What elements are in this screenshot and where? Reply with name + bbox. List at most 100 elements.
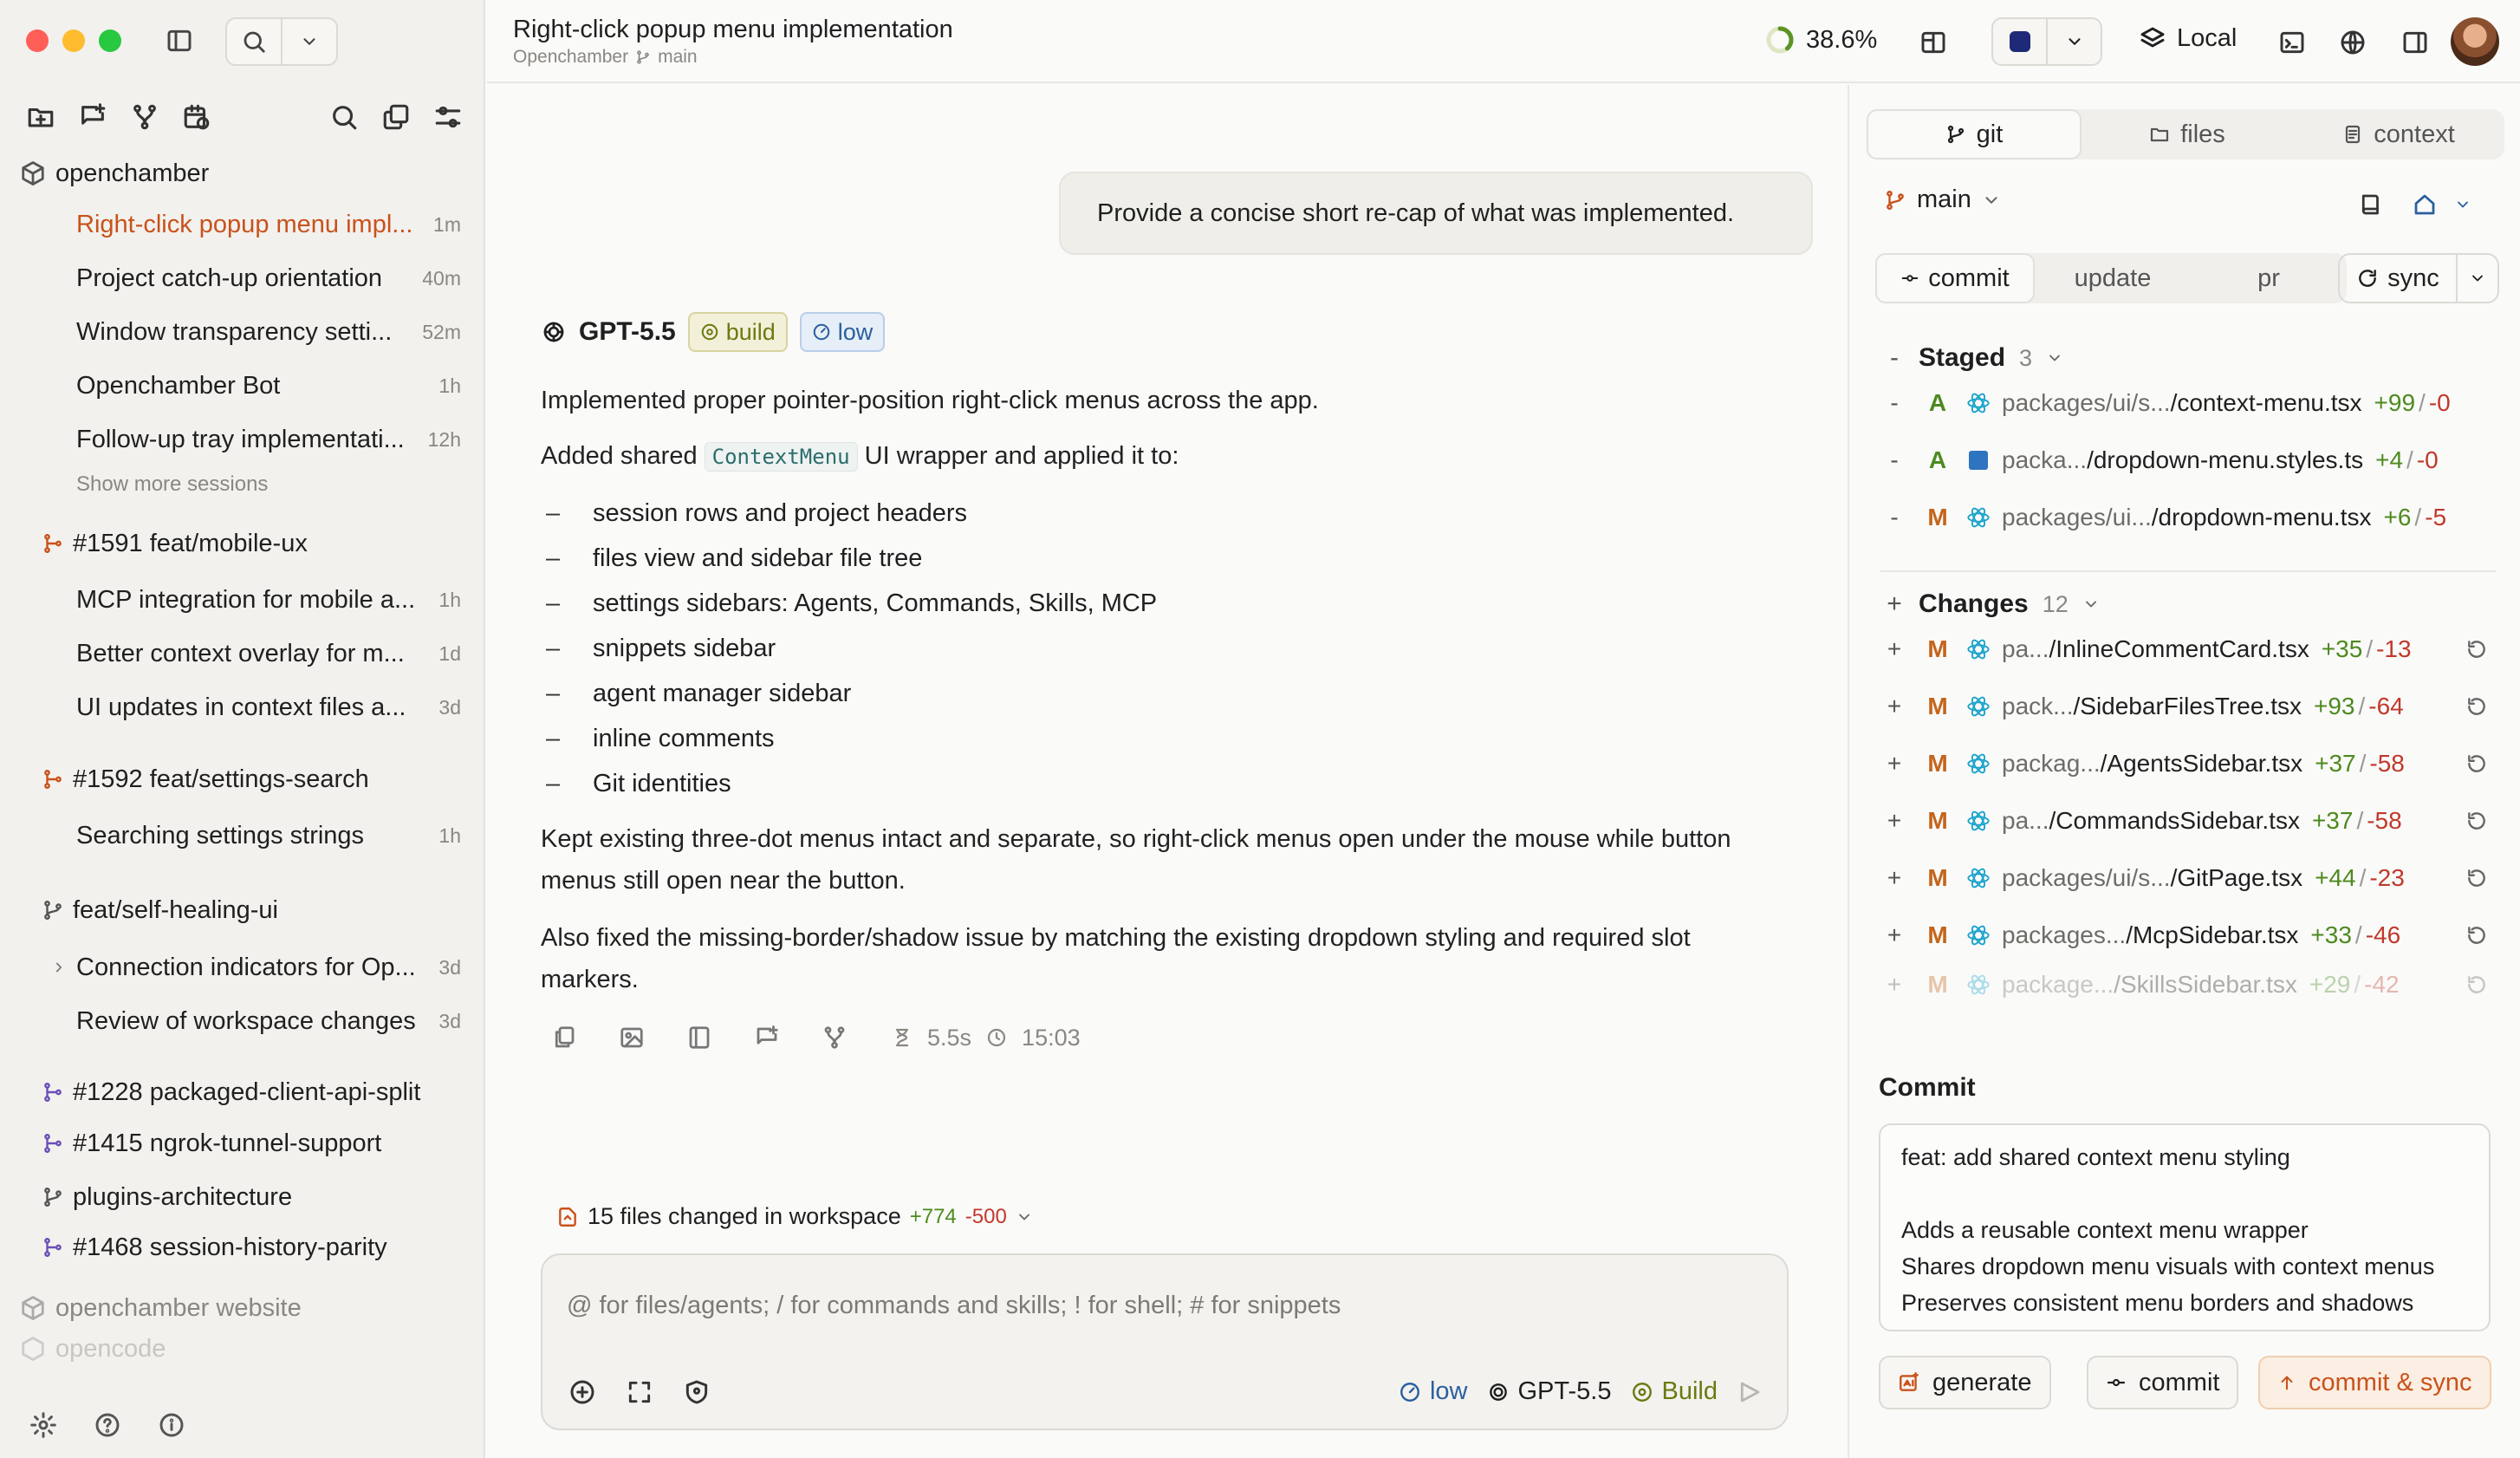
session-item[interactable]: Project catch-up orientation 40m (0, 253, 485, 303)
sidebar-toggle-icon[interactable] (161, 23, 198, 59)
session-item[interactable]: Connection indicators for Op... 3d (0, 942, 485, 993)
changes-section-header[interactable]: + Changes 12 (1884, 589, 2100, 619)
help-icon[interactable] (90, 1408, 125, 1442)
search-button[interactable] (227, 19, 281, 64)
revert-icon[interactable] (2463, 635, 2491, 663)
globe-icon[interactable] (2335, 24, 2371, 61)
commit-message-input[interactable]: feat: add shared context menu styling Ad… (1879, 1123, 2491, 1331)
changed-file-row[interactable]: + M pack.../SidebarFilesTree.tsx +93/-64 (1884, 681, 2491, 732)
user-avatar[interactable] (2451, 17, 2499, 66)
changed-file-row[interactable]: + M package.../SkillsSidebar.tsx +29/-42 (1884, 967, 2491, 1002)
session-item[interactable]: Better context overlay for m... 1d (0, 628, 485, 679)
stage-button[interactable]: + (1884, 971, 1905, 999)
commit-button[interactable]: commit (2087, 1356, 2239, 1409)
staged-file-row[interactable]: - A packages/ui/s.../context-menu.tsx +9… (1884, 378, 2491, 428)
branch-item[interactable]: plugins-architecture (0, 1172, 485, 1222)
branch-group-mobile-ux[interactable]: #1591 feat/mobile-ux (0, 518, 485, 569)
context-usage[interactable]: 38.6% (1764, 24, 1877, 55)
changed-file-row[interactable]: + M packag.../AgentsSidebar.tsx +37/-58 (1884, 739, 2491, 789)
session-item[interactable]: Searching settings strings 1h (0, 810, 485, 861)
stage-button[interactable]: + (1884, 807, 1905, 835)
message-composer[interactable]: @ for files/agents; / for commands and s… (541, 1253, 1789, 1430)
branch-item[interactable]: #1468 session-history-parity (0, 1222, 485, 1272)
maximize-window-button[interactable] (99, 29, 121, 52)
segment-commit[interactable]: commit (1875, 253, 2035, 303)
generate-button[interactable]: generate (1879, 1356, 2051, 1409)
book-icon[interactable] (2354, 187, 2388, 222)
provider-button[interactable] (1993, 19, 2046, 64)
revert-icon[interactable] (2463, 693, 2491, 720)
session-item[interactable]: Follow-up tray implementati... 12h (0, 414, 485, 465)
info-icon[interactable] (154, 1408, 189, 1442)
show-more-sessions-link[interactable]: Show more sessions (76, 472, 268, 497)
stage-button[interactable]: + (1884, 750, 1905, 778)
tab-context[interactable]: context (2293, 109, 2504, 159)
add-attachment-icon[interactable] (565, 1375, 600, 1409)
close-window-button[interactable] (26, 29, 49, 52)
project-openchamber[interactable]: openchamber (0, 148, 485, 199)
new-chat-icon[interactable] (750, 1021, 783, 1054)
send-icon[interactable] (1737, 1379, 1763, 1405)
session-item[interactable]: Window transparency setti... 52m (0, 307, 485, 357)
provider-dropdown-button[interactable] (2046, 19, 2101, 64)
session-item[interactable]: Review of workspace changes 3d (0, 996, 485, 1046)
revert-icon[interactable] (2463, 971, 2491, 999)
right-panel-toggle-icon[interactable] (2397, 24, 2433, 61)
home-icon[interactable] (2407, 187, 2442, 222)
chevron-down-icon[interactable] (2452, 187, 2473, 222)
composer-input[interactable]: @ for files/agents; / for commands and s… (567, 1292, 1341, 1320)
branch-group-self-healing-ui[interactable]: feat/self-healing-ui (0, 885, 485, 935)
branch-item[interactable]: #1415 ngrok-tunnel-support (0, 1118, 485, 1168)
stage-button[interactable]: + (1884, 921, 1905, 949)
fork-icon[interactable] (818, 1021, 851, 1054)
sync-dropdown-button[interactable] (2456, 255, 2497, 302)
sync-button[interactable]: sync (2340, 255, 2456, 302)
staged-section-header[interactable]: - Staged 3 (1884, 343, 2063, 373)
session-item[interactable]: Right-click popup menu impl... 1m (0, 199, 485, 250)
changed-file-row[interactable]: + M packages.../McpSidebar.tsx +33/-46 (1884, 910, 2491, 960)
stage-button[interactable]: + (1884, 635, 1905, 663)
unstage-button[interactable]: - (1884, 389, 1905, 417)
minimize-window-button[interactable] (62, 29, 85, 52)
chevron-right-icon[interactable] (50, 959, 68, 976)
project-opencode[interactable]: opencode (0, 1333, 485, 1364)
segment-update[interactable]: update (2035, 253, 2191, 303)
stage-button[interactable]: + (1884, 864, 1905, 892)
preview-layout-icon[interactable] (1915, 24, 1952, 61)
staged-file-row[interactable]: - M packages/ui.../dropdown-menu.tsx +6/… (1884, 492, 2491, 543)
unstage-button[interactable]: - (1884, 504, 1905, 531)
settings-gear-icon[interactable] (26, 1408, 61, 1442)
stage-button[interactable]: + (1884, 693, 1905, 720)
unstage-button[interactable]: - (1884, 446, 1905, 474)
image-export-icon[interactable] (615, 1021, 648, 1054)
effort-selector[interactable]: low (1399, 1377, 1468, 1406)
revert-icon[interactable] (2463, 750, 2491, 778)
changed-file-row[interactable]: + M pa.../InlineCommentCard.tsx +35/-13 (1884, 624, 2491, 674)
branch-group-settings-search[interactable]: #1592 feat/settings-search (0, 754, 485, 804)
project-openchamber-website[interactable]: openchamber website (0, 1283, 485, 1333)
revert-icon[interactable] (2463, 921, 2491, 949)
model-selector[interactable]: GPT-5.5 (1487, 1377, 1612, 1406)
terminal-icon[interactable] (2274, 24, 2310, 61)
session-item[interactable]: MCP integration for mobile a... 1h (0, 575, 485, 625)
commit-and-sync-button[interactable]: commit & sync (2258, 1356, 2491, 1409)
changed-file-row[interactable]: + M packages/ui/s.../GitPage.tsx +44/-23 (1884, 853, 2491, 903)
environment-selector[interactable]: Local (2139, 24, 2237, 53)
mode-selector[interactable]: Build (1631, 1377, 1718, 1406)
branch-item[interactable]: #1228 packaged-client-api-split (0, 1067, 485, 1117)
workspace-changes-summary[interactable]: 15 files changed in workspace +774 -500 (556, 1203, 1033, 1230)
staged-file-row[interactable]: - A packa.../dropdown-menu.styles.ts +4/… (1884, 435, 2491, 485)
search-sessions-icon[interactable] (324, 97, 364, 137)
session-item[interactable]: UI updates in context files a... 3d (0, 682, 485, 732)
branch-selector[interactable]: main (1884, 186, 2001, 214)
copy-icon[interactable] (548, 1021, 581, 1054)
new-folder-icon[interactable] (21, 97, 61, 137)
multi-window-icon[interactable] (376, 97, 416, 137)
new-chat-icon[interactable] (73, 97, 113, 137)
session-item[interactable]: Openchamber Bot 1h (0, 361, 485, 411)
fork-icon[interactable] (125, 97, 165, 137)
segment-pr[interactable]: pr (2191, 253, 2347, 303)
tab-files[interactable]: files (2082, 109, 2293, 159)
expand-icon[interactable] (622, 1375, 657, 1409)
revert-icon[interactable] (2463, 807, 2491, 835)
